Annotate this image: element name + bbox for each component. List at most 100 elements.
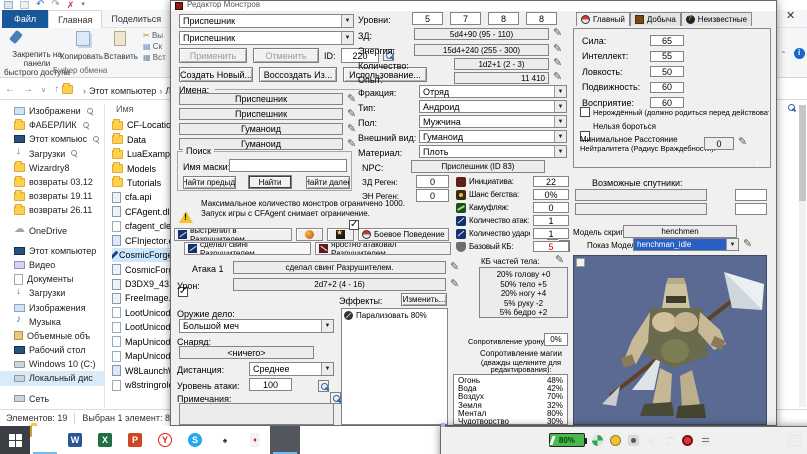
find-prev-button[interactable]: Найти предыд. [183,176,236,189]
scrollbar-thumb[interactable] [799,105,806,201]
history-dropdown-icon[interactable]: ∨ [41,86,46,94]
chevron-down-icon[interactable]: ▼ [321,363,333,375]
pane-divider[interactable] [104,104,105,408]
level-field[interactable]: 5 [412,12,443,25]
find-next-button[interactable]: Найти далее [306,176,350,189]
file-row[interactable]: CosmicForgeU.e [112,248,170,262]
scrollbar-track[interactable] [799,105,806,407]
file-row[interactable]: MapUnicodeNa [112,335,170,349]
type-combo[interactable]: Андроид▼ [419,100,567,113]
edit-pencil-icon[interactable]: ✎ [743,239,752,249]
edit-pencil-icon[interactable]: ✎ [738,137,747,147]
unborn-checkbox[interactable] [580,107,590,117]
attack1-field[interactable]: сделал свинг Разрушителем. [233,261,446,274]
sidebar-item[interactable]: Изображения [0,300,104,314]
sidebar-item[interactable]: Изображени [0,104,104,118]
tab-combat-behavior[interactable]: Боевое Поведение [358,228,449,241]
tray-camera-icon[interactable] [628,435,639,446]
companion-field-2[interactable] [575,203,707,215]
effects-listbox[interactable]: Парализовать 80% [341,308,448,425]
projectile-search-icon[interactable] [318,380,329,392]
tab-swing[interactable]: сделал свинг Разрушителем. [184,242,311,255]
file-row[interactable]: W8LaunchWith [112,363,170,377]
copy-path-button[interactable]: ▤ Ск [143,42,166,51]
chevron-down-icon[interactable]: ▼ [321,320,333,332]
material-combo[interactable]: Плоть▼ [419,145,567,158]
sidebar-item[interactable]: Объемные объ [0,329,104,343]
model-viewer[interactable] [573,255,767,425]
en-regen-field[interactable]: 0 [416,189,449,202]
monster-select-combo-2[interactable]: Приспешник▼ [179,31,354,45]
combat-stat-field[interactable]: 1 [533,228,569,239]
tray-coin-icon[interactable] [610,435,621,446]
chevron-down-icon[interactable]: ▼ [341,32,353,44]
help-icon[interactable] [794,48,805,59]
name-field[interactable]: Приспешник [179,108,343,120]
name-field[interactable]: Гуманоид [179,123,343,135]
edit-pencil-icon[interactable]: ✎ [450,279,459,289]
companion-count-1[interactable] [735,189,767,201]
cancel-button[interactable]: Отменить [253,48,319,63]
show-model-combo[interactable]: henchman_idle▼ [633,238,739,251]
tab-rage[interactable]: яростно атаковал Разрушителем. [315,242,451,255]
copy-button[interactable]: Копировать [60,52,103,61]
name-field[interactable]: Приспешник [179,93,343,105]
companion-field-1[interactable] [575,189,707,201]
edit-pencil-icon[interactable]: ✎ [553,72,562,82]
file-row[interactable]: cfa.api [112,190,170,204]
ribbon-tab[interactable]: Главная [48,10,102,28]
level-field[interactable]: 8 [526,12,557,25]
file-row[interactable]: FreeImage.dll [112,291,170,305]
neutral-distance-field[interactable]: 0 [704,137,734,150]
file-row[interactable]: CosmicForgeUR [112,262,170,276]
recreate-from-button[interactable]: Воссоздать Из... [259,67,337,82]
companion-count-2[interactable] [735,203,767,215]
sidebar-item[interactable]: возвраты 03.12 [0,175,104,189]
wifi-icon[interactable] [664,435,675,446]
viewer-corner-button[interactable] [576,258,585,267]
file-row[interactable]: D3DX9_43.dll [112,277,170,291]
paste-shortcut-button[interactable]: ▦ Вст [143,53,166,62]
monster-select-combo[interactable]: Приспешник▼ [179,14,354,28]
redo-icon[interactable]: ↷ [51,1,59,9]
file-row[interactable]: w8stringroles.us [112,378,170,392]
notes-textarea[interactable] [179,403,334,425]
faction-combo[interactable]: Отряд▼ [419,85,567,98]
breadcrumb[interactable]: ›Этот компьютер›Лок [80,86,180,96]
edit-pencil-icon[interactable]: ✎ [347,94,356,104]
npc-checkbox[interactable] [349,220,359,230]
breadcrumb-segment[interactable]: ›Этот компьютер [80,86,156,96]
undo-icon[interactable]: ↶ [36,1,44,9]
effect-item[interactable]: Парализовать 80% [344,311,445,320]
level-field[interactable]: 7 [450,12,481,25]
chevron-down-icon[interactable]: ▼ [554,146,566,157]
damage-resist-field[interactable]: 0% [544,333,568,346]
tab-shot[interactable]: выстрелил в Разрушителем. [174,228,292,241]
distance-combo[interactable]: Среднее▼ [249,362,334,376]
volume-icon[interactable] [646,435,657,446]
chevron-down-icon[interactable]: ▼ [554,116,566,127]
chevron-down-icon[interactable]: ▼ [554,131,566,142]
properties-icon[interactable] [20,1,29,9]
body-ac-box[interactable]: 20% голову +050% тело +520% ногу +45% ру… [479,267,568,318]
stat-field[interactable]: 60 [650,82,684,93]
magic-resist-listbox[interactable]: Огонь 48% Вода 42% Воздух 70% Земля 32% … [453,374,568,425]
taskbar-app[interactable] [270,426,300,454]
back-icon[interactable]: ← [5,84,15,95]
chevron-down-icon[interactable]: ▼ [726,239,738,250]
combat-stat-field[interactable]: 5 [533,241,569,252]
model-script-field[interactable]: henchmen [623,225,737,238]
chevron-down-icon[interactable]: ▼ [554,86,566,97]
sidebar-item[interactable]: Этот компьютер [0,244,104,258]
right-tab[interactable]: Добыча [630,12,681,26]
combat-stat-field[interactable]: 0% [533,189,569,200]
taskbar-app[interactable]: ♦ [240,426,270,454]
close-icon[interactable]: ✕ [786,9,795,22]
up-icon[interactable]: ↑ [54,84,59,95]
taskbar-app[interactable]: ♠ [210,426,240,454]
ribbon-tab[interactable]: Файл [2,10,48,28]
file-row[interactable]: LuaExamples [112,147,170,161]
action-center-icon[interactable] [788,435,801,446]
attack-level-field[interactable]: 100 [249,378,292,391]
right-tab[interactable]: Неизвестные [681,12,752,26]
